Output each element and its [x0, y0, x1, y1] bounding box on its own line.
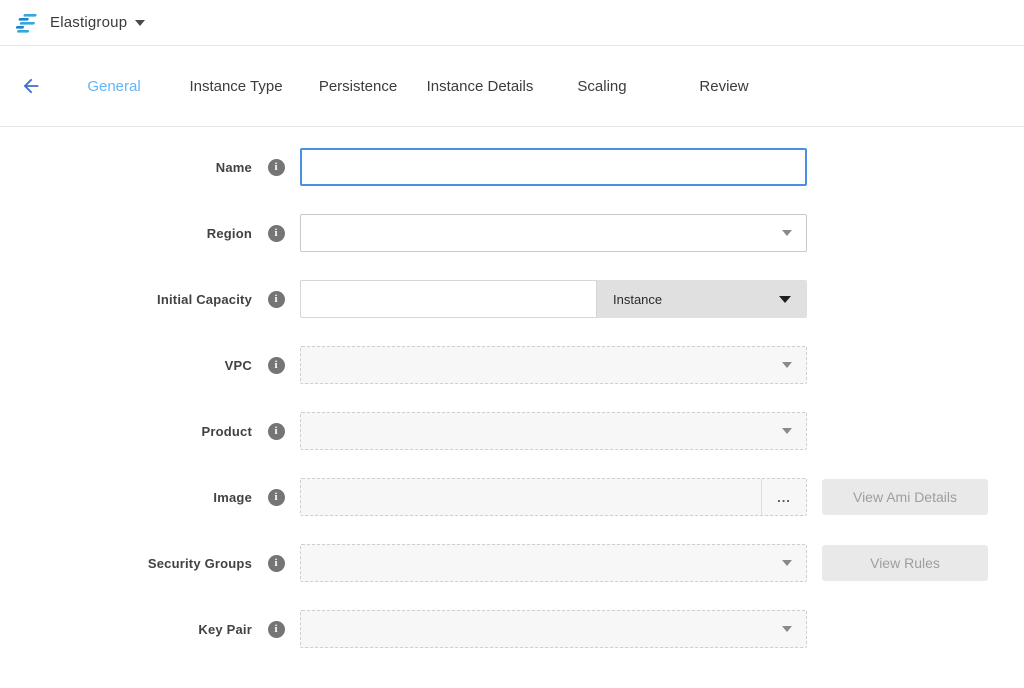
tab-general[interactable]: General — [53, 78, 175, 95]
view-rules-button[interactable]: View Rules — [822, 545, 988, 581]
product-label: Product — [0, 424, 252, 439]
tab-persistence[interactable]: Persistence — [297, 78, 419, 95]
chevron-down-icon — [782, 626, 792, 632]
security-groups-select — [300, 544, 807, 582]
name-row: Name i — [0, 148, 1024, 186]
product-select — [300, 412, 807, 450]
app-switcher-label[interactable]: Elastigroup — [50, 14, 127, 31]
vpc-select — [300, 346, 807, 384]
general-settings-form: Name i Region i Initial Capacity i Insta… — [0, 127, 1024, 648]
tab-list: General Instance Type Persistence Instan… — [53, 78, 785, 95]
chevron-down-icon — [782, 428, 792, 434]
tab-review[interactable]: Review — [663, 78, 785, 95]
chevron-down-icon — [782, 560, 792, 566]
product-row: Product i — [0, 412, 1024, 450]
image-row: Image i ... View Ami Details — [0, 478, 1024, 516]
back-button[interactable] — [18, 73, 44, 99]
key-pair-label: Key Pair — [0, 622, 252, 637]
name-label: Name — [0, 160, 252, 175]
security-groups-info-icon[interactable]: i — [268, 555, 285, 572]
security-groups-row: Security Groups i View Rules — [0, 544, 1024, 582]
elastigroup-logo-icon — [15, 13, 39, 33]
chevron-down-icon — [779, 296, 791, 303]
region-info-icon[interactable]: i — [268, 225, 285, 242]
initial-capacity-info-icon[interactable]: i — [268, 291, 285, 308]
name-input[interactable] — [300, 148, 807, 186]
key-pair-info-icon[interactable]: i — [268, 621, 285, 638]
region-label: Region — [0, 226, 252, 241]
tab-instance-type[interactable]: Instance Type — [175, 78, 297, 95]
top-app-bar: Elastigroup — [0, 0, 1024, 46]
back-arrow-icon — [20, 75, 42, 97]
chevron-down-icon — [782, 230, 792, 236]
image-field: ... — [300, 478, 807, 516]
security-groups-label: Security Groups — [0, 556, 252, 571]
capacity-unit-value: Instance — [613, 292, 662, 307]
vpc-row: VPC i — [0, 346, 1024, 384]
chevron-down-icon — [782, 362, 792, 368]
initial-capacity-label: Initial Capacity — [0, 292, 252, 307]
image-browse-button[interactable]: ... — [761, 479, 806, 515]
product-info-icon[interactable]: i — [268, 423, 285, 440]
tab-instance-details[interactable]: Instance Details — [419, 78, 541, 95]
initial-capacity-input[interactable] — [300, 280, 597, 318]
capacity-unit-select[interactable]: Instance — [597, 280, 807, 318]
initial-capacity-row: Initial Capacity i Instance — [0, 280, 1024, 318]
image-label: Image — [0, 490, 252, 505]
view-ami-details-button[interactable]: View Ami Details — [822, 479, 988, 515]
app-switcher-caret-icon[interactable] — [135, 20, 145, 26]
tab-scaling[interactable]: Scaling — [541, 78, 663, 95]
key-pair-row: Key Pair i — [0, 610, 1024, 648]
vpc-info-icon[interactable]: i — [268, 357, 285, 374]
name-info-icon[interactable]: i — [268, 159, 285, 176]
image-value — [301, 479, 761, 515]
image-info-icon[interactable]: i — [268, 489, 285, 506]
wizard-tab-bar: General Instance Type Persistence Instan… — [0, 46, 1024, 127]
vpc-label: VPC — [0, 358, 252, 373]
region-row: Region i — [0, 214, 1024, 252]
region-select[interactable] — [300, 214, 807, 252]
key-pair-select — [300, 610, 807, 648]
